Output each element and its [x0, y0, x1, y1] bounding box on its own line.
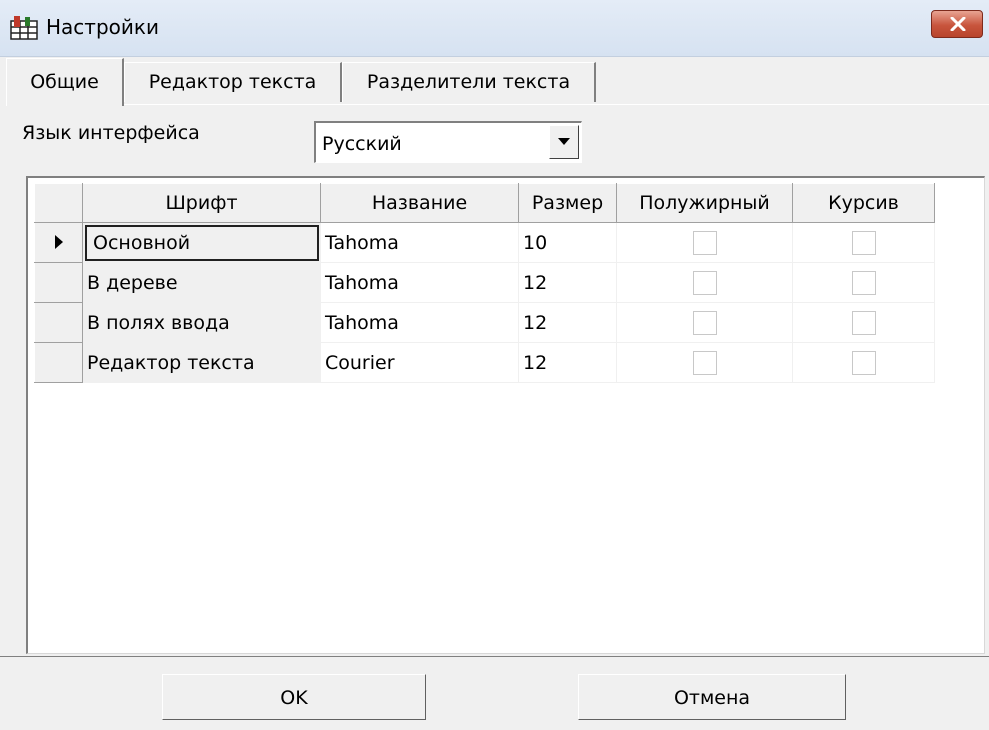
bold-checkbox[interactable]: [692, 230, 717, 255]
cell-size[interactable]: 12: [518, 342, 617, 383]
cell-italic[interactable]: [792, 262, 935, 303]
cell-bold[interactable]: [616, 222, 793, 263]
italic-checkbox[interactable]: [851, 230, 876, 255]
row-indicator[interactable]: [34, 302, 83, 343]
header-font[interactable]: Шрифт: [82, 183, 321, 223]
tab-text-separators[interactable]: Разделители текста: [342, 62, 596, 102]
cell-name[interactable]: Courier: [320, 342, 519, 383]
cancel-button[interactable]: Отмена: [578, 674, 846, 720]
table-row[interactable]: Основной Tahoma 10: [34, 222, 935, 263]
cell-font[interactable]: Редактор текста: [82, 342, 321, 383]
grid-header-row: Шрифт Название Размер Полужирный Курсив: [34, 183, 935, 223]
row-pointer-icon: [54, 234, 63, 249]
cell-bold[interactable]: [616, 302, 793, 343]
tab-general[interactable]: Общие: [6, 58, 124, 106]
cell-size[interactable]: 10: [518, 222, 617, 263]
ok-button[interactable]: OK: [162, 674, 426, 720]
bold-checkbox[interactable]: [692, 270, 717, 295]
row-indicator[interactable]: [34, 262, 83, 303]
language-select[interactable]: Русский: [314, 121, 582, 163]
row-indicator[interactable]: [34, 222, 83, 263]
cell-italic[interactable]: [792, 302, 935, 343]
bold-checkbox[interactable]: [692, 350, 717, 375]
table-row[interactable]: Редактор текста Courier 12: [34, 342, 935, 383]
italic-checkbox[interactable]: [851, 310, 876, 335]
cell-italic[interactable]: [792, 342, 935, 383]
italic-checkbox[interactable]: [851, 270, 876, 295]
window-title: Настройки: [46, 15, 159, 39]
chevron-down-icon: [558, 138, 570, 145]
italic-checkbox[interactable]: [851, 350, 876, 375]
header-corner: [34, 183, 83, 223]
cell-name[interactable]: Tahoma: [320, 262, 519, 303]
cell-bold[interactable]: [616, 262, 793, 303]
header-italic[interactable]: Курсив: [792, 183, 935, 223]
fonts-grid-frame: Шрифт Название Размер Полужирный Курсив …: [26, 176, 985, 654]
header-bold[interactable]: Полужирный: [616, 183, 793, 223]
row-indicator[interactable]: [34, 342, 83, 383]
header-size[interactable]: Размер: [518, 183, 617, 223]
table-row[interactable]: В полях ввода Tahoma 12: [34, 302, 935, 343]
settings-grid-icon: [10, 15, 40, 41]
title-bar: Настройки: [0, 0, 989, 57]
header-name[interactable]: Название: [320, 183, 519, 223]
cell-font[interactable]: Основной: [82, 222, 321, 263]
close-button[interactable]: [931, 10, 983, 38]
bold-checkbox[interactable]: [692, 310, 717, 335]
cell-name[interactable]: Tahoma: [320, 302, 519, 343]
cell-italic[interactable]: [792, 222, 935, 263]
cell-font[interactable]: В полях ввода: [82, 302, 321, 343]
tab-divider: [6, 104, 989, 105]
cell-font[interactable]: В дереве: [82, 262, 321, 303]
fonts-grid: Шрифт Название Размер Полужирный Курсив …: [34, 183, 935, 383]
cell-bold[interactable]: [616, 342, 793, 383]
language-value: Русский: [322, 133, 402, 155]
cell-name[interactable]: Tahoma: [320, 222, 519, 263]
cell-size[interactable]: 12: [518, 302, 617, 343]
close-icon: [950, 17, 966, 31]
table-row[interactable]: В дереве Tahoma 12: [34, 262, 935, 303]
language-label: Язык интерфейса: [22, 122, 200, 144]
language-dropdown-button[interactable]: [549, 125, 579, 159]
tab-text-editor[interactable]: Редактор текста: [124, 62, 342, 102]
cell-size[interactable]: 12: [518, 262, 617, 303]
bottom-separator: [0, 656, 989, 660]
